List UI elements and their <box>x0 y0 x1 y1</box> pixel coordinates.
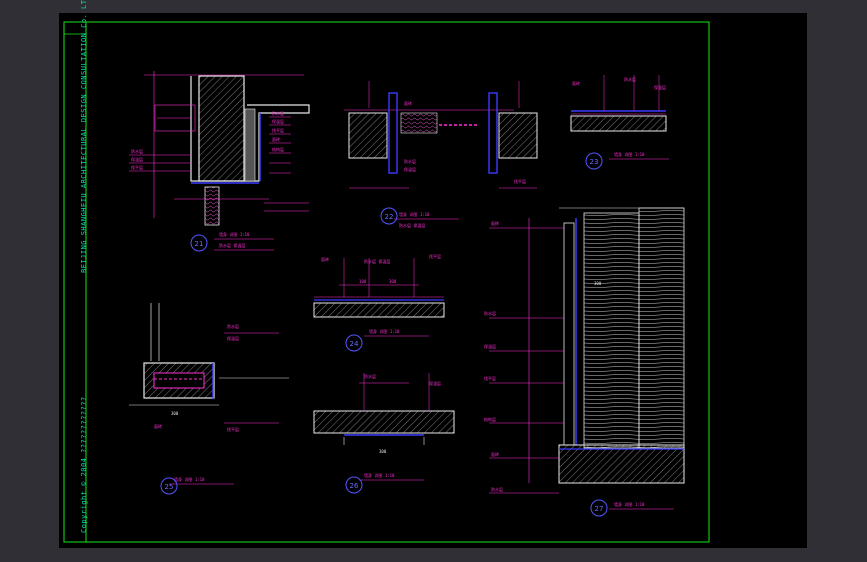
svg-text:防水层: 防水层 <box>624 76 636 82</box>
detail-23: 面砖 防水层 保温层 墙身 详图 1:10 <box>570 75 669 160</box>
svg-text:面砖: 面砖 <box>154 423 162 429</box>
svg-text:防水层: 防水层 <box>272 110 284 116</box>
svg-text:面砖: 面砖 <box>404 100 412 106</box>
detail-number-25: 25 <box>165 483 174 491</box>
svg-text:300: 300 <box>379 449 387 454</box>
svg-text:保温层: 保温层 <box>131 156 143 162</box>
detail-25: 防水层 保温层 找平层 面砖 300 墙身 详图 1:10 <box>129 303 289 485</box>
svg-text:300: 300 <box>389 279 397 284</box>
svg-text:墙身 详图 1:10: 墙身 详图 1:10 <box>219 231 250 237</box>
svg-text:找平层: 找平层 <box>514 178 526 184</box>
svg-text:防水层: 防水层 <box>227 323 239 329</box>
detail-number-24: 24 <box>350 340 359 348</box>
detail-21: 防水层 保温层 找平层 面砖 结构层 防水层 保温层 找平层 墙身 详图 1:1… <box>129 71 310 251</box>
svg-text:结构层: 结构层 <box>272 146 284 152</box>
svg-text:面砖: 面砖 <box>272 136 280 142</box>
svg-text:防水层: 防水层 <box>364 373 376 379</box>
detail-number-22: 22 <box>385 213 394 221</box>
svg-text:墙身 详图 1:10: 墙身 详图 1:10 <box>369 328 400 334</box>
svg-text:保温层: 保温层 <box>227 335 239 341</box>
detail-number-27: 27 <box>595 505 604 513</box>
svg-text:防水层 保温层: 防水层 保温层 <box>364 258 390 264</box>
detail-27: 面砖 防水层 保温层 找平层 结构层 面砖 防水层 300 墙身 详图 1:10 <box>484 207 685 510</box>
svg-text:面砖: 面砖 <box>491 220 499 226</box>
svg-text:找平层: 找平层 <box>227 426 239 432</box>
detail-markers: 21 22 23 24 25 26 27 <box>160 152 608 517</box>
svg-text:防水层 保温层: 防水层 保温层 <box>219 242 245 248</box>
svg-text:防水层: 防水层 <box>404 158 416 164</box>
svg-text:防水层: 防水层 <box>484 310 496 316</box>
detail-number-21: 21 <box>195 240 204 248</box>
svg-text:100: 100 <box>359 279 367 284</box>
svg-text:面砖: 面砖 <box>572 80 580 86</box>
svg-text:墙身 详图 1:10: 墙身 详图 1:10 <box>614 151 645 157</box>
detail-26: 防水层 保温层 300 墙身 详图 1:10 <box>313 373 455 481</box>
svg-text:找平层: 找平层 <box>484 375 496 381</box>
svg-text:墙身 详图 1:10: 墙身 详图 1:10 <box>174 476 205 482</box>
copyright-text: Copyright © 2004 ???????????? <box>80 396 88 533</box>
detail-24: 面砖 防水层 保温层 找平层 100 300 墙身 详图 1:10 <box>313 253 445 337</box>
svg-text:墙身 详图 1:10: 墙身 详图 1:10 <box>364 472 395 478</box>
svg-text:结构层: 结构层 <box>484 416 496 422</box>
drawing-sheet: 防水层 保温层 找平层 面砖 结构层 防水层 保温层 找平层 墙身 详图 1:1… <box>59 0 807 548</box>
svg-text:面砖: 面砖 <box>491 451 499 457</box>
detail-number-26: 26 <box>350 482 359 490</box>
svg-text:保温层: 保温层 <box>429 380 441 386</box>
svg-text:保温层: 保温层 <box>272 118 284 124</box>
detail-number-23: 23 <box>590 158 599 166</box>
svg-text:保温层: 保温层 <box>404 166 416 172</box>
svg-text:防水层 保温层: 防水层 保温层 <box>399 222 425 228</box>
svg-text:300: 300 <box>594 281 602 286</box>
svg-text:找平层: 找平层 <box>429 253 441 259</box>
svg-text:保温层: 保温层 <box>484 343 496 349</box>
svg-text:300: 300 <box>171 411 179 416</box>
svg-text:墙身 详图 1:10: 墙身 详图 1:10 <box>399 211 430 217</box>
svg-text:面砖: 面砖 <box>321 256 329 262</box>
svg-text:保温层: 保温层 <box>654 84 666 90</box>
svg-text:防水层: 防水层 <box>491 486 503 492</box>
cad-drawing: 防水层 保温层 找平层 面砖 结构层 防水层 保温层 找平层 墙身 详图 1:1… <box>63 21 710 543</box>
svg-text:找平层: 找平层 <box>272 127 284 133</box>
company-name: BEIJING SHANGHEIU ARCHITECTURAL DESIGN C… <box>80 0 88 273</box>
svg-text:找平层: 找平层 <box>131 164 143 170</box>
detail-22: 面砖 防水层 保温层 找平层 墙身 详图 1:10 防水层 保温层 <box>344 81 538 228</box>
svg-text:防水层: 防水层 <box>131 148 143 154</box>
svg-text:墙身 详图 1:10: 墙身 详图 1:10 <box>614 501 645 507</box>
